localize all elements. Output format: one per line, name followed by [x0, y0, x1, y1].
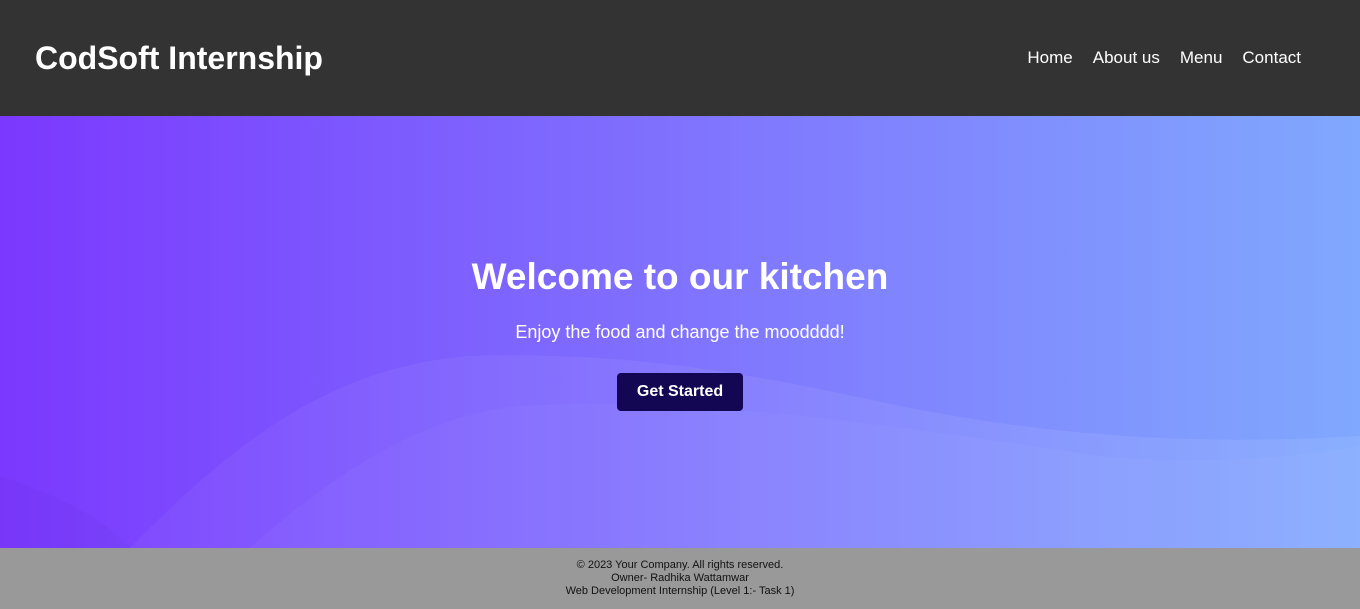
main-nav: Home About us Menu Contact	[1027, 48, 1301, 68]
hero-content: Welcome to our kitchen Enjoy the food an…	[0, 254, 1360, 411]
hero-section: Welcome to our kitchen Enjoy the food an…	[0, 116, 1360, 548]
nav-link-menu[interactable]: Menu	[1180, 48, 1223, 68]
nav-link-contact[interactable]: Contact	[1242, 48, 1301, 68]
footer-copyright: © 2023 Your Company. All rights reserved…	[576, 559, 784, 571]
get-started-button[interactable]: Get Started	[616, 373, 744, 411]
site-header: CodSoft Internship Home About us Menu Co…	[0, 0, 1360, 116]
site-brand[interactable]: CodSoft Internship	[35, 40, 323, 77]
site-footer: © 2023 Your Company. All rights reserved…	[0, 548, 1360, 609]
nav-link-about-us[interactable]: About us	[1093, 48, 1160, 68]
nav-link-home[interactable]: Home	[1027, 48, 1072, 68]
footer-owner: Owner- Radhika Wattamwar	[611, 572, 749, 584]
hero-title: Welcome to our kitchen	[471, 256, 889, 297]
hero-subtitle: Enjoy the food and change the moodddd!	[515, 322, 845, 342]
footer-program: Web Development Internship (Level 1:- Ta…	[565, 585, 795, 597]
